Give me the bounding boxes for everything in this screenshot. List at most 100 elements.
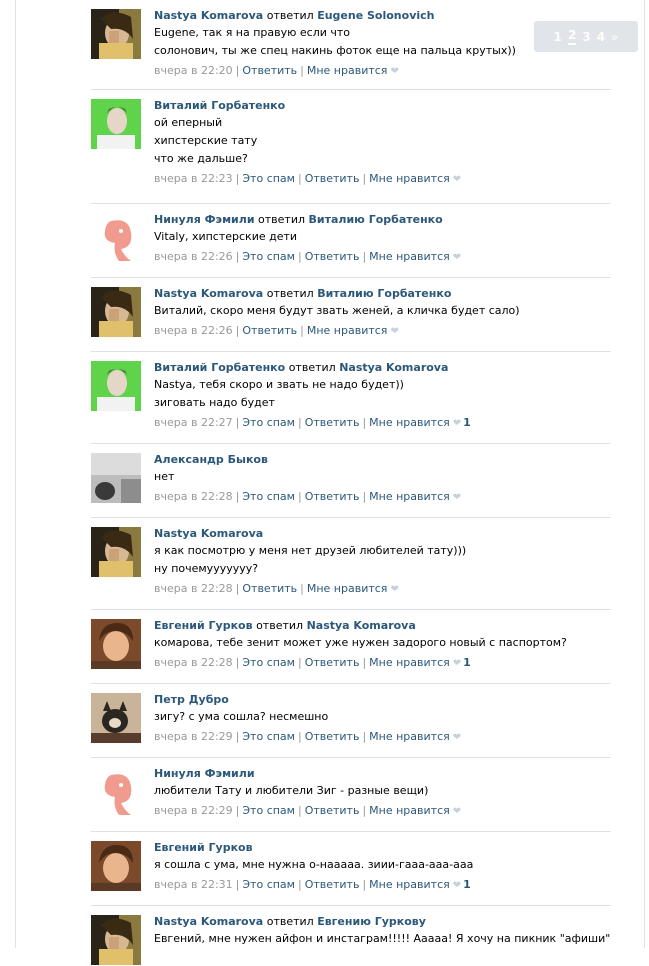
comment-timestamp: вчера в 22:26: [154, 324, 233, 337]
comment-timestamp: вчера в 22:29: [154, 730, 233, 743]
like-link[interactable]: Мне нравится: [369, 656, 450, 669]
comment-author-link[interactable]: Евгений Гурков: [154, 619, 253, 632]
comment-header: Nastya Komarova ответил Eugene Solonovic…: [154, 9, 611, 22]
alexander-avatar[interactable]: [91, 453, 141, 503]
comment-author-link[interactable]: Nastya Komarova: [154, 915, 263, 928]
petr-avatar[interactable]: [91, 693, 141, 743]
reply-link[interactable]: Ответить: [242, 64, 297, 77]
comment-author-link[interactable]: Евгений Гурков: [154, 841, 253, 854]
report-spam-link[interactable]: Это спам: [242, 878, 295, 891]
reply-target-link[interactable]: Виталию Горбатенко: [317, 287, 451, 300]
reply-link[interactable]: Ответить: [305, 656, 360, 669]
comment-body: Виталий Горбатенко ой еперный хипстерские…: [154, 99, 611, 186]
comment-author-link[interactable]: Нинуля Фэмили: [154, 767, 255, 780]
reply-link[interactable]: Ответить: [305, 490, 360, 503]
heart-icon[interactable]: ❤: [453, 417, 461, 430]
comment-body: Нинуля Фэмили ответил Виталию Горбатенко…: [154, 213, 611, 264]
reply-link[interactable]: Ответить: [305, 804, 360, 817]
reply-link[interactable]: Ответить: [242, 324, 297, 337]
like-link[interactable]: Мне нравится: [369, 804, 450, 817]
comment-item: Виталий Горбатенко ой еперный хипстерские…: [91, 90, 611, 204]
replied-label: ответил: [258, 213, 306, 226]
comment-timestamp: вчера в 22:29: [154, 804, 233, 817]
like-link[interactable]: Мне нравится: [307, 582, 388, 595]
reply-target-link[interactable]: Евгению Гуркову: [317, 915, 426, 928]
vitaly-avatar[interactable]: [91, 99, 141, 149]
reply-link[interactable]: Ответить: [305, 250, 360, 263]
reply-target-link[interactable]: Nastya Komarova: [307, 619, 416, 632]
nastya-avatar[interactable]: [91, 527, 141, 577]
heart-icon[interactable]: ❤: [453, 491, 461, 504]
reply-link[interactable]: Ответить: [305, 416, 360, 429]
heart-icon[interactable]: ❤: [453, 173, 461, 186]
reply-link[interactable]: Ответить: [242, 582, 297, 595]
comment-header: Nastya Komarova ответил Евгению Гуркову: [154, 915, 611, 928]
like-link[interactable]: Мне нравится: [307, 324, 388, 337]
reply-target-link[interactable]: Eugene Solonovich: [317, 9, 434, 22]
comment-header: Нинуля Фэмили ответил Виталию Горбатенко: [154, 213, 611, 226]
report-spam-link[interactable]: Это спам: [242, 804, 295, 817]
like-count: 1: [463, 416, 471, 429]
report-spam-link[interactable]: Это спам: [242, 416, 295, 429]
comment-header: Виталий Горбатенко: [154, 99, 611, 112]
report-spam-link[interactable]: Это спам: [242, 656, 295, 669]
nastya-avatar[interactable]: [91, 287, 141, 337]
comment-header: Виталий Горбатенко ответил Nastya Komaro…: [154, 361, 611, 374]
heart-icon[interactable]: ❤: [390, 583, 398, 596]
reply-target-link[interactable]: Nastya Komarova: [339, 361, 448, 374]
comment-author-link[interactable]: Nastya Komarova: [154, 9, 263, 22]
comment-author-link[interactable]: Петр Дубро: [154, 693, 229, 706]
like-link[interactable]: Мне нравится: [369, 878, 450, 891]
separator: |: [362, 656, 367, 669]
report-spam-link[interactable]: Это спам: [242, 730, 295, 743]
nastya-avatar[interactable]: [91, 9, 141, 59]
ninulya-avatar[interactable]: [91, 767, 141, 817]
comment-author-link[interactable]: Nastya Komarova: [154, 287, 263, 300]
separator: |: [235, 656, 240, 669]
nastya-avatar[interactable]: [91, 915, 141, 965]
next-page-link[interactable]: »: [611, 30, 618, 44]
like-link[interactable]: Мне нравится: [369, 490, 450, 503]
heart-icon[interactable]: ❤: [453, 657, 461, 670]
reply-link[interactable]: Ответить: [305, 878, 360, 891]
comment-text: зигу? с ума сошла? несмешно: [154, 710, 329, 723]
comment-author-link[interactable]: Виталий Горбатенко: [154, 361, 285, 374]
like-link[interactable]: Мне нравится: [369, 250, 450, 263]
comment-body: Nastya Komarova я как посмотрю у меня нет…: [154, 527, 611, 596]
comment-text: Nastya, тебя скоро и звать не надо будет…: [154, 378, 404, 409]
heart-icon[interactable]: ❤: [453, 805, 461, 818]
heart-icon[interactable]: ❤: [390, 325, 398, 338]
report-spam-link[interactable]: Это спам: [242, 250, 295, 263]
comment-author-link[interactable]: Виталий Горбатенко: [154, 99, 285, 112]
heart-icon[interactable]: ❤: [453, 251, 461, 264]
comment-meta: вчера в 22:31 | Это спам | Ответить | Мне нрав…: [154, 878, 611, 892]
comment-author-link[interactable]: Александр Быков: [154, 453, 268, 466]
comment-author-link[interactable]: Нинуля Фэмили: [154, 213, 255, 226]
evgeny-avatar[interactable]: [91, 841, 141, 891]
ninulya-avatar[interactable]: [91, 213, 141, 263]
separator: |: [362, 730, 367, 743]
like-count: 1: [463, 878, 471, 891]
comment-body: Александр Быков нет вчера в 22:28 | Это спам…: [154, 453, 611, 504]
separator: |: [297, 416, 302, 429]
like-link[interactable]: Мне нравится: [307, 64, 388, 77]
heart-icon[interactable]: ❤: [453, 731, 461, 744]
report-spam-link[interactable]: Это спам: [242, 490, 295, 503]
comment-text: нет: [154, 470, 175, 483]
evgeny-avatar[interactable]: [91, 619, 141, 669]
separator: |: [362, 250, 367, 263]
like-link[interactable]: Мне нравится: [369, 730, 450, 743]
separator: |: [297, 878, 302, 891]
separator: |: [235, 250, 240, 263]
reply-link[interactable]: Ответить: [305, 172, 360, 185]
comment-author-link[interactable]: Nastya Komarova: [154, 527, 263, 540]
reply-link[interactable]: Ответить: [305, 730, 360, 743]
heart-icon[interactable]: ❤: [453, 879, 461, 892]
vitaly-avatar[interactable]: [91, 361, 141, 411]
heart-icon[interactable]: ❤: [390, 65, 398, 78]
reply-target-link[interactable]: Виталию Горбатенко: [309, 213, 443, 226]
separator: |: [297, 250, 302, 263]
like-link[interactable]: Мне нравится: [369, 416, 450, 429]
like-link[interactable]: Мне нравится: [369, 172, 450, 185]
report-spam-link[interactable]: Это спам: [242, 172, 295, 185]
